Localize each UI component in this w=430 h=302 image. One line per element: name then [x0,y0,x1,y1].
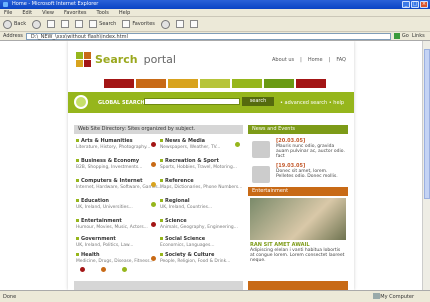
category-dot-icon [235,142,240,147]
dot-orange-icon[interactable] [101,267,106,272]
address-bar: Address D:\_NEW_\xxx\without flash\index… [0,32,430,41]
entertainment-photo[interactable] [250,198,346,240]
stop-icon [47,20,56,28]
link-about-us[interactable]: About us [272,57,294,63]
menu-edit[interactable]: Edit [22,9,32,16]
search-submit-button[interactable]: search [242,97,274,106]
menu-file[interactable]: File [4,9,12,16]
category-dot-icon [151,162,156,167]
home-icon [75,20,84,28]
directory-header: Web Site Directory: Sites organized by s… [74,125,243,134]
refresh-button[interactable] [61,20,70,28]
toolbar: Back Search Favorites [0,17,430,32]
refresh-icon [61,20,70,28]
logo-word-search: Search [95,53,138,66]
news-header: News and Events [248,125,348,134]
category-dot-icon [151,222,156,227]
go-button[interactable]: Go [393,33,409,39]
menu-bar: File Edit View Favorites Tools Help [0,9,430,17]
back-button[interactable]: Back [3,19,26,29]
computer-icon [373,293,380,299]
news-item[interactable]: [20.03.05] Mauris nunc odio, gravida aua… [248,138,348,166]
link-faq[interactable]: FAQ [336,57,346,63]
status-text: Done [3,293,17,300]
logo-mark-icon [76,52,91,67]
menu-help[interactable]: Help [119,9,130,16]
site-logo[interactable]: Search portal [76,52,176,67]
media-button[interactable] [160,19,170,29]
print-button[interactable] [189,20,198,28]
stop-button[interactable] [47,20,56,28]
close-button[interactable]: × [420,1,428,8]
category-dot-icon [151,202,156,207]
color-stripes [104,79,326,88]
category-society[interactable]: Society & Culture People, Religion, Food … [160,252,244,280]
favorites-button[interactable]: Favorites [122,20,155,28]
menu-tools[interactable]: Tools [97,9,109,16]
back-arrow-icon [3,19,12,29]
search-button[interactable]: Search [89,20,116,28]
entertainment-header: Entertainment [248,187,348,196]
site-page: Search portal About us | Home | FAQ GLOBAL… [68,41,354,290]
window-titlebar: Home - Microsoft Internet Explorer _ □ × [0,0,430,9]
dot-red-icon[interactable] [80,267,85,272]
category-health[interactable]: Health Medicine, Drugs, Disease, Fitness.… [76,252,160,280]
maximize-button[interactable]: □ [411,1,419,8]
link-home[interactable]: Home [308,57,323,63]
advanced-search-links[interactable]: • advanced search • help [280,100,344,106]
star-icon [122,20,131,28]
vertical-scrollbar[interactable] [422,41,430,290]
search-bar: GLOBAL SEARCH search • advanced search •… [68,92,354,113]
window-title: Home - Microsoft Internet Explorer [12,1,99,7]
home-button[interactable] [75,20,84,28]
logo-word-portal: portal [143,53,176,66]
menu-favorites[interactable]: Favorites [64,9,87,16]
printer-icon [189,20,198,28]
media-icon [160,19,170,29]
dot-green-icon[interactable] [122,267,127,272]
pager-dots [80,267,127,272]
global-search-label: GLOBAL SEARCH [98,100,145,106]
menu-view[interactable]: View [42,9,54,16]
scroll-thumb[interactable] [424,49,430,199]
magnifier-icon [74,95,88,109]
ie-icon [3,2,8,7]
go-arrow-icon [393,33,400,39]
address-input[interactable]: D:\_NEW_\xxx\without flash\index.html [25,32,391,40]
minimize-button[interactable]: _ [402,1,410,8]
address-label: Address [3,33,23,39]
browser-viewport: Search portal About us | Home | FAQ GLOBAL… [0,41,422,290]
top-links: About us | Home | FAQ [272,57,346,63]
zone-text: My Computer [380,294,414,300]
category-dot-icon [151,256,156,261]
footer-directory-bar [74,281,243,290]
global-search-input[interactable] [144,98,240,105]
entertainment-text: Adipiscing elelan i vanti habitua lobort… [250,248,345,263]
news-photo [252,141,270,158]
search-icon [89,20,98,28]
links-label[interactable]: Links [412,33,425,39]
mail-button[interactable] [175,20,184,28]
category-dot-icon [151,182,156,187]
category-dot-icon [151,142,156,147]
status-bar: Done My Computer [0,290,430,302]
newsletter-bar [248,281,348,290]
forward-arrow-icon [32,19,42,29]
news-photo [252,166,270,183]
forward-button[interactable] [32,19,42,29]
mail-icon [175,20,184,28]
